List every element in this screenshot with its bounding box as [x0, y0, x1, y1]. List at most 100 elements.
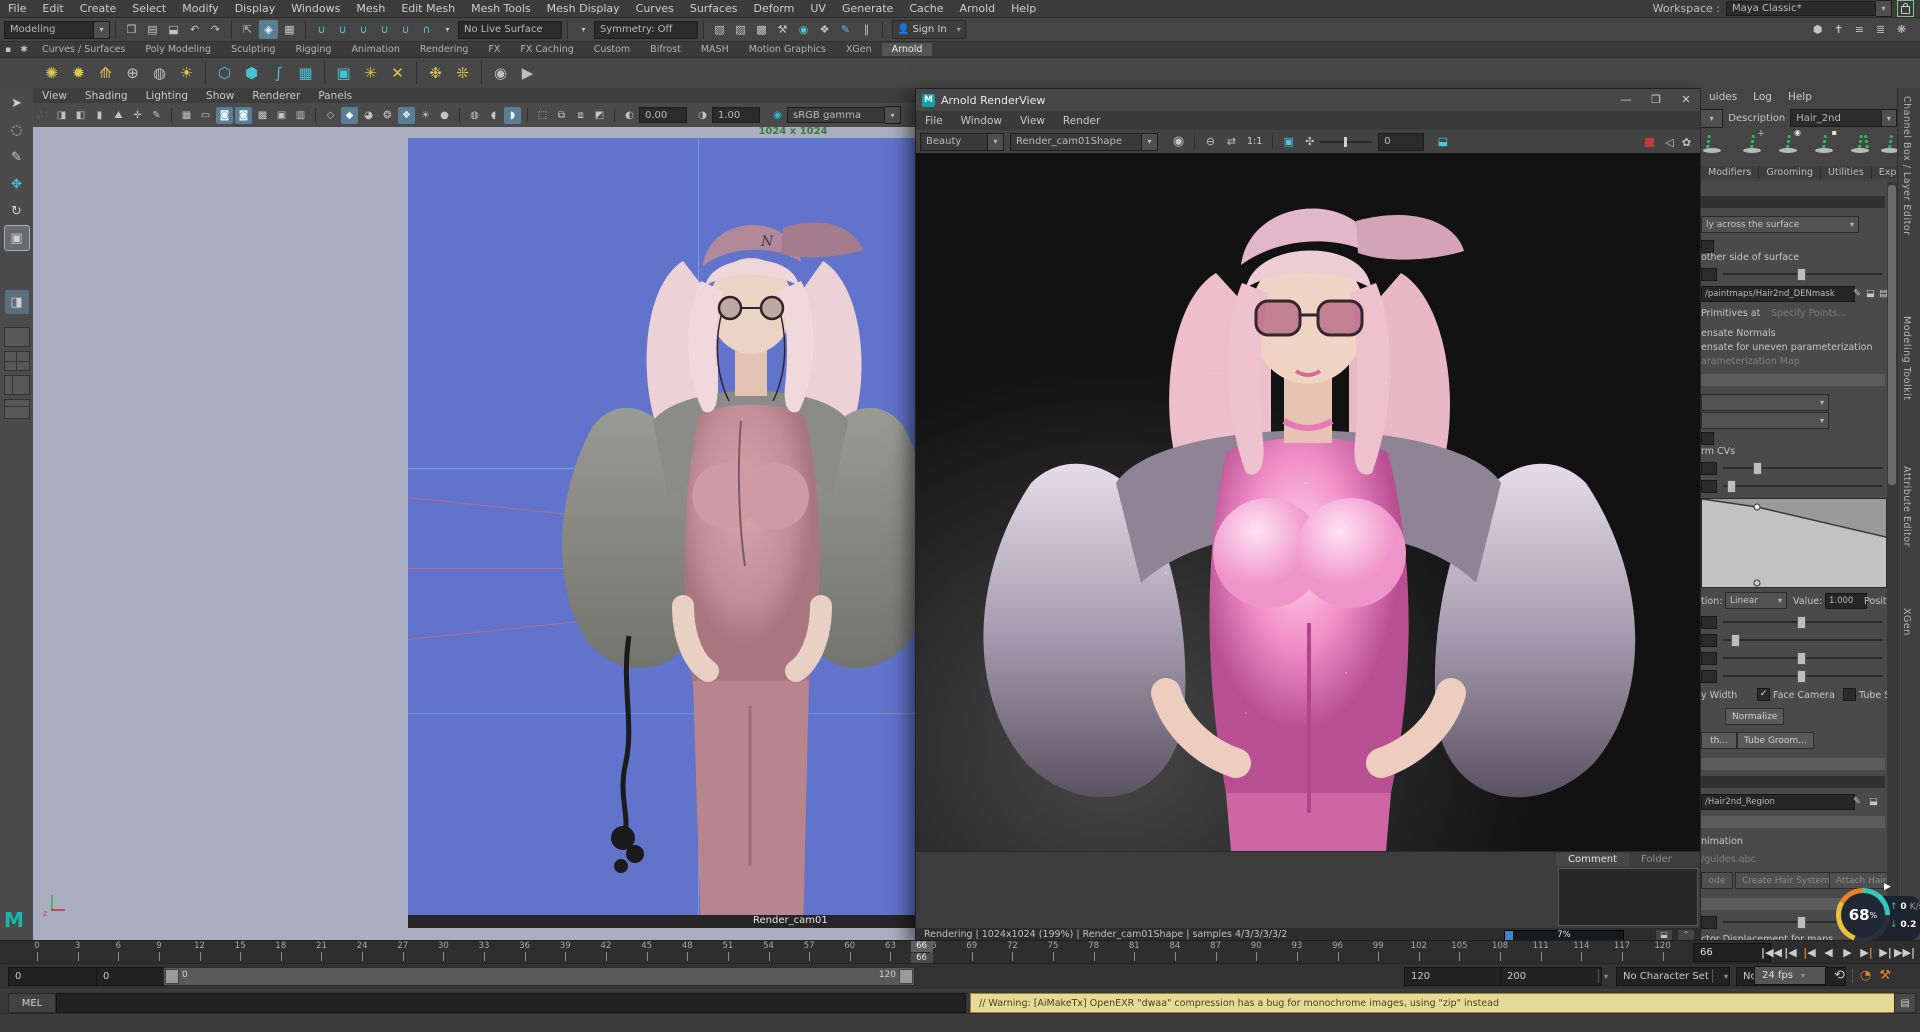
outliner-toggle-icon[interactable]: ❋ [1892, 20, 1911, 39]
lasso-tool-icon[interactable]: ◌ [5, 118, 29, 142]
animation-preferences-icon[interactable]: ⚒ [1879, 968, 1891, 983]
viewport-menu-item[interactable]: Shading [76, 89, 137, 103]
ambient-occlusion-icon[interactable]: ☀ [417, 107, 434, 124]
cv-count-knob[interactable] [1753, 462, 1762, 475]
workspace-lock-icon[interactable] [1897, 0, 1914, 17]
ab-compare-icon[interactable]: ⇄ [1222, 132, 1241, 151]
close-button[interactable]: ✕ [1671, 89, 1701, 109]
channel-box-toggle-icon[interactable]: ≡ [1850, 20, 1869, 39]
select-hierarchy-icon[interactable]: ⇱ [238, 20, 257, 39]
layout-four-pane-button[interactable] [4, 351, 30, 371]
tab-attribute-editor[interactable]: Attribute Editor [1901, 466, 1912, 547]
textured-icon[interactable]: ◕ [360, 107, 377, 124]
tube-groom-button[interactable]: Tube Groom... [1737, 732, 1814, 749]
select-component-icon[interactable]: ▦ [280, 20, 299, 39]
render-settings-icon[interactable]: ⚒ [773, 20, 792, 39]
paint-map-icon[interactable]: ✎ [1853, 288, 1861, 299]
shelf-tab[interactable]: Curves / Surfaces [32, 43, 135, 56]
description-arrow[interactable]: ▾ [1882, 109, 1898, 127]
xgen-tab[interactable]: Expres [1872, 166, 1897, 179]
render-camera-arrow[interactable]: ▾ [1142, 133, 1158, 151]
move-tool-icon[interactable]: ✥ [5, 172, 29, 196]
renderview-titlebar[interactable]: M Arnold RenderView — ❐ ✕ [916, 89, 1701, 112]
animation-end-field[interactable]: 200 [1500, 967, 1602, 986]
color-management-icon[interactable]: ◉ [769, 107, 786, 124]
tab-xgen[interactable]: XGen [1901, 608, 1912, 636]
comment-tab[interactable]: Comment [1556, 853, 1629, 866]
ipr-start-icon[interactable]: ◉ [1169, 132, 1188, 151]
renderview-menu-item[interactable]: File [916, 114, 952, 128]
open-scene-icon[interactable]: ▤ [143, 20, 162, 39]
snapshot-icon[interactable]: ⧉ [553, 107, 570, 124]
render-icon[interactable]: ▣ [331, 61, 356, 86]
volume-icon[interactable]: ▦ [293, 61, 318, 86]
renderer-select[interactable] [1701, 412, 1829, 429]
shelf-tab[interactable]: Animation [341, 43, 409, 56]
save-image-icon[interactable]: ⬓ [1433, 132, 1452, 151]
time-slider[interactable]: 0369121518212427303336394245485154576063… [0, 940, 1920, 964]
render-view-shelf-icon[interactable]: ◉ [488, 61, 513, 86]
anim-layer-arrow[interactable]: ▾ [1724, 972, 1728, 981]
symmetry-arrow[interactable]: ▾ [574, 20, 593, 39]
exposure-field[interactable]: 0.00 [639, 107, 687, 123]
undo-icon[interactable]: ↶ [185, 20, 204, 39]
display-dial-icon[interactable]: ✣ [1300, 132, 1319, 151]
operator-graph-icon[interactable]: ❉ [423, 61, 448, 86]
menu-item[interactable]: Mesh Tools [463, 1, 539, 16]
menu-item[interactable]: Select [124, 1, 174, 16]
snap-grid-icon[interactable]: ∪ [312, 20, 331, 39]
viewport-greased-pencil-icon[interactable]: ✎ [148, 107, 165, 124]
width-ramp-widget[interactable] [1701, 498, 1887, 588]
range-start-handle[interactable] [165, 969, 179, 984]
shaded-icon[interactable]: ◆ [341, 107, 358, 124]
multi-camera-icon[interactable]: ⧈ [572, 107, 589, 124]
renderview-menu-item[interactable]: Render [1054, 114, 1109, 128]
redo-icon[interactable]: ↷ [206, 20, 225, 39]
last-tool-icon[interactable]: ◨ [5, 290, 29, 314]
wireframe-icon[interactable]: ◇ [322, 107, 339, 124]
mode-button[interactable]: ode [1701, 872, 1733, 889]
mesh-light-icon[interactable]: ⟰ [93, 61, 118, 86]
cvs-checkbox[interactable] [1701, 432, 1714, 445]
gamma-slider[interactable] [1320, 141, 1372, 143]
animation-start-field[interactable]: 0 [8, 967, 100, 986]
xgen-tab[interactable]: Utilities [1821, 166, 1872, 179]
script-editor-button[interactable]: ▤ [1894, 993, 1916, 1013]
shelf-tab[interactable]: XGen [836, 43, 882, 56]
maximize-button[interactable]: ❐ [1641, 89, 1671, 109]
layout-two-pane-side-button[interactable] [4, 375, 30, 395]
renderview-menu-item[interactable]: Window [952, 114, 1011, 128]
safe-title-icon[interactable]: ▥ [292, 107, 309, 124]
modeling-toolkit-toggle-icon[interactable]: ⬢ [1808, 20, 1827, 39]
xgen-menu-item[interactable]: uides [1701, 90, 1745, 104]
value-field[interactable]: 1.000 [1825, 593, 1867, 609]
loop-playback-icon[interactable]: ⟲ [1834, 968, 1845, 983]
view-transform-arrow[interactable]: ▾ [885, 106, 901, 124]
exposure-icon[interactable]: ◐ [621, 107, 638, 124]
render-sequence-icon[interactable]: ▶ [515, 61, 540, 86]
clump-knob[interactable] [1797, 916, 1806, 929]
current-frame-marker[interactable]: 66 [911, 941, 933, 952]
description-select[interactable]: Hair_2nd [1790, 109, 1881, 127]
taper-knob[interactable] [1727, 480, 1736, 493]
sign-in-arrow[interactable]: ▾ [957, 25, 961, 34]
live-surface-field[interactable]: No Live Surface [458, 21, 562, 39]
viewport-menu-item[interactable]: View [33, 89, 76, 103]
curve-collector-icon[interactable]: ∫ [266, 61, 291, 86]
motion-blur-icon[interactable]: ● [436, 107, 453, 124]
comment-tab[interactable]: Folder [1629, 853, 1684, 866]
region-paint-icon[interactable]: ✎ [1853, 796, 1861, 807]
renderview-settings-gear-icon[interactable]: ✿ [1679, 133, 1694, 152]
shadows-icon[interactable]: ❖ [398, 107, 415, 124]
tab-modeling-toolkit[interactable]: Modeling Toolkit [1901, 316, 1912, 401]
menu-item[interactable]: Modify [174, 1, 226, 16]
comment-textarea[interactable] [1558, 868, 1698, 926]
shelf-menu-icon[interactable]: ✱ [17, 40, 31, 59]
paint-effects-icon[interactable]: ❖ [815, 20, 834, 39]
snap-point-icon[interactable]: ∪ [354, 20, 373, 39]
go-to-start-button[interactable]: |◀◀ [1762, 942, 1781, 962]
menu-item[interactable]: File [0, 1, 34, 16]
range-end-handle[interactable] [899, 969, 913, 984]
xgen-tab[interactable]: Modifiers [1701, 166, 1759, 179]
area-light-icon[interactable]: ✺ [39, 61, 64, 86]
